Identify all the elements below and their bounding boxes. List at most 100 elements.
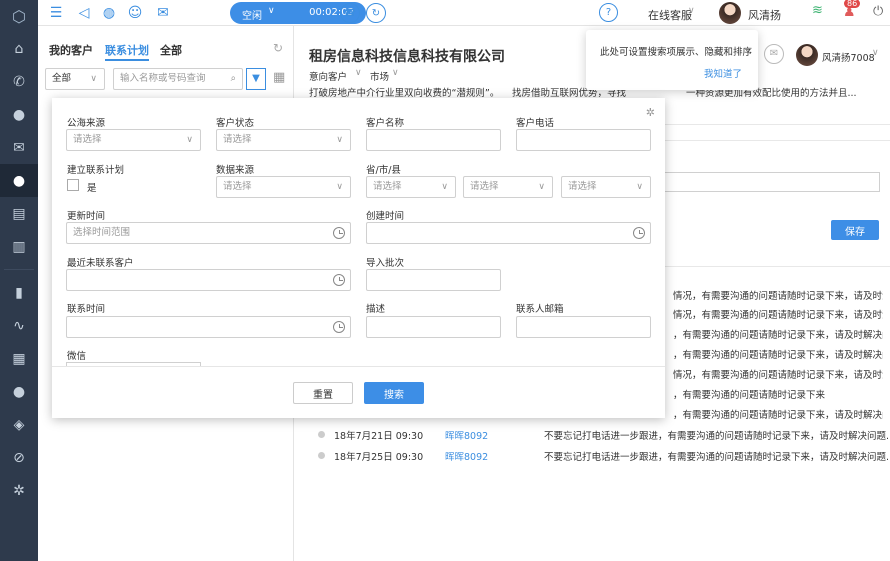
status-label: 空闲 <box>242 11 262 22</box>
panel-divider <box>52 366 665 367</box>
collapse-icon[interactable]: ☰ <box>47 4 65 22</box>
search-icon[interactable]: ⌕ <box>231 69 236 89</box>
market-tag[interactable]: 市场 <box>370 69 389 83</box>
home-icon[interactable]: ⌂ <box>0 32 38 65</box>
clock-icon <box>333 227 345 239</box>
description-input[interactable] <box>366 316 501 338</box>
top-bar: ☰ ◁ ◍ ☺ ✉ 空闲 ∨ 00:02:02 ☎ ↻ ? 在线客服 ∨ 风清扬… <box>38 0 890 26</box>
log-text-truncated: ，有需要沟通的问题请随时记录下来，请及时解决问... <box>673 330 883 341</box>
log-row: 18年7月21日 09:30 晖晖8092 不要忘记打电话进一步跟进，有需要沟通… <box>318 428 890 442</box>
clipboard-icon[interactable]: ▤ <box>0 197 38 230</box>
log-text: 不要忘记打电话进一步跟进，有需要沟通的问题请随时记录下来，请及时解决问题... <box>544 452 890 463</box>
transfer-icon[interactable]: ↻ <box>366 3 386 23</box>
phone-icon[interactable]: ✆ <box>0 65 38 98</box>
wechat-label: 微信 <box>67 351 87 362</box>
envelope-icon[interactable]: ✉ <box>154 4 172 22</box>
note-input[interactable] <box>660 172 880 192</box>
import-batch-input[interactable] <box>366 269 501 291</box>
company-description: 打破房地产中介行业里双向收费的“潜规则”。 <box>309 88 500 99</box>
chat-icon[interactable]: ● <box>0 98 38 131</box>
pulse-icon[interactable]: ∿ <box>0 309 38 342</box>
tooltip-ok-link[interactable]: 我知道了 <box>704 66 742 80</box>
chevron-down-icon: ∨ <box>636 182 643 192</box>
customer-name-input[interactable] <box>366 129 501 151</box>
mail-icon[interactable]: ✉ <box>764 44 784 64</box>
update-time-range[interactable]: 选择时间范围 <box>66 222 351 244</box>
tab-my-customers[interactable]: 我的客户 <box>49 42 93 58</box>
chevron-down-icon: ∨ <box>336 135 343 145</box>
contact-time-range[interactable] <box>66 316 351 338</box>
shield-icon[interactable]: ◈ <box>0 408 38 441</box>
power-icon[interactable]: ⏻ <box>873 4 883 19</box>
chevron-down-icon: ∨ <box>392 68 399 78</box>
hangup-icon[interactable]: ☎ <box>340 3 360 23</box>
user-name[interactable]: 风清扬 <box>748 7 781 23</box>
customer-status-select[interactable]: 请选择 ∨ <box>216 129 351 151</box>
pool-source-select[interactable]: 请选择 ∨ <box>66 129 201 151</box>
contact-email-label: 联系人邮箱 <box>516 304 564 315</box>
filter-icon[interactable]: ▼ <box>246 68 266 90</box>
log-text-truncated: 情况，有需要沟通的问题请随时记录下来，请及时沟... <box>673 291 883 302</box>
log-text-truncated: 情况，有需要沟通的问题请随时记录下来，请及时沟... <box>673 310 883 321</box>
grid-view-icon[interactable]: ▦ <box>273 70 285 85</box>
speaker-icon[interactable]: ◁ <box>75 4 93 22</box>
advanced-filter-panel: ✲ 公海来源 请选择 ∨ 客户状态 请选择 ∨ 客户名称 客户电话 建立联系计划 是… <box>52 98 665 418</box>
contact-email-input[interactable] <box>516 316 651 338</box>
online-service-label[interactable]: 在线客服 <box>648 7 692 23</box>
settings-gear-icon[interactable]: ✲ <box>646 106 655 119</box>
log-row: 18年7月25日 09:30 晖晖8092 不要忘记打电话进一步跟进，有需要沟通… <box>318 449 890 463</box>
tab-contact-plan[interactable]: 联系计划 <box>105 42 149 58</box>
log-text-truncated: ，有需要沟通的问题请随时记录下来，请及时解决问... <box>673 350 883 361</box>
chat-bubble-icon[interactable]: ◍ <box>100 4 118 22</box>
reset-button[interactable]: 重置 <box>293 382 353 404</box>
intent-tag[interactable]: 意向客户 <box>309 69 347 83</box>
data-source-select[interactable]: 请选择 ∨ <box>216 176 351 198</box>
logo-icon: ⬡ <box>12 6 26 26</box>
create-time-range[interactable] <box>366 222 651 244</box>
mail-icon[interactable]: ✉ <box>0 131 38 164</box>
create-plan-label: 建立联系计划 <box>67 165 125 176</box>
save-button[interactable]: 保存 <box>831 220 879 240</box>
chevron-down-icon: ∨ <box>90 74 97 84</box>
refresh-icon[interactable]: ↻ <box>273 41 283 55</box>
chevron-down-icon: ∨ <box>441 182 448 192</box>
log-text-truncated: ，有需要沟通的问题请随时记录下来，请及时解决问... <box>673 410 883 421</box>
create-time-label: 创建时间 <box>366 211 405 222</box>
link-icon[interactable]: ⊘ <box>0 441 38 474</box>
gear-icon[interactable]: ✲ <box>0 474 38 507</box>
recent-customer-label: 最近未联系客户 <box>67 258 134 269</box>
tooltip-text: 此处可设置搜索项展示、隐藏和排序 <box>600 47 753 58</box>
clock-icon <box>333 321 345 333</box>
chart-icon[interactable]: ▮ <box>0 276 38 309</box>
agent-name: 风清扬7008 <box>822 53 875 64</box>
city-select[interactable]: 请选择 ∨ <box>463 176 553 198</box>
contact-time-label: 联系时间 <box>67 304 106 315</box>
clock-icon <box>633 227 645 239</box>
search-input[interactable]: 输入名称或号码查询 ⌕ <box>113 68 243 90</box>
message-icon[interactable]: ● <box>0 375 38 408</box>
user-icon[interactable]: ● <box>0 164 38 197</box>
search-button[interactable]: 搜索 <box>364 382 424 404</box>
county-select[interactable]: 请选择 ∨ <box>561 176 651 198</box>
create-plan-checkbox[interactable] <box>67 179 79 191</box>
log-user-link[interactable]: 晖晖8092 <box>445 449 488 463</box>
help-icon[interactable]: ? <box>599 3 618 22</box>
log-date: 18年7月21日 09:30 <box>334 431 424 442</box>
scope-select[interactable]: 全部 ∨ <box>45 68 105 90</box>
province-select[interactable]: 请选择 ∨ <box>366 176 456 198</box>
nav-divider <box>4 269 34 270</box>
calendar-icon[interactable]: ▦ <box>0 342 38 375</box>
book-icon[interactable]: ▥ <box>0 230 38 263</box>
contacts-icon[interactable]: ☺ <box>126 4 144 22</box>
chevron-down-icon: ∨ <box>872 48 879 58</box>
side-nav: ⬡ ⌂ ✆ ● ✉ ● ▤ ▥ ▮ ∿ ▦ ● ◈ ⊘ ✲ <box>0 0 38 561</box>
notification-badge: 86 <box>844 0 861 8</box>
recent-customer-range[interactable] <box>66 269 351 291</box>
customer-phone-input[interactable] <box>516 129 651 151</box>
tab-all[interactable]: 全部 <box>160 42 182 58</box>
company-title: 租房信息科技信息科技有限公司 <box>309 49 505 65</box>
agent-avatar <box>796 44 818 66</box>
region-label: 省/市/县 <box>366 165 401 176</box>
avatar[interactable] <box>719 2 741 24</box>
log-user-link[interactable]: 晖晖8092 <box>445 428 488 442</box>
